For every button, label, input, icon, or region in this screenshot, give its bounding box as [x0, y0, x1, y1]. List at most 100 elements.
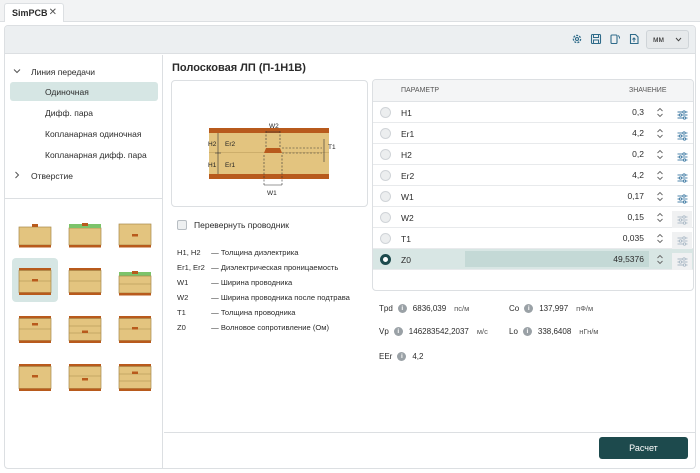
row-radio[interactable] [380, 254, 391, 265]
tune-button[interactable] [672, 232, 692, 249]
stackup-icon [118, 364, 152, 391]
table-row[interactable]: Er2 4,2 [373, 165, 693, 186]
tune-button[interactable] [672, 190, 692, 207]
table-row[interactable]: W2 0,15 [373, 207, 693, 228]
row-radio[interactable] [380, 170, 391, 181]
info-icon[interactable]: i [522, 326, 532, 336]
sliders-icon [677, 151, 687, 162]
table-row[interactable]: H2 0,2 [373, 144, 693, 165]
tune-button[interactable] [672, 253, 692, 270]
table-row[interactable]: W1 0,17 [373, 186, 693, 207]
row-radio[interactable] [380, 212, 391, 223]
topology-thumb[interactable] [62, 210, 108, 254]
topology-thumb[interactable] [62, 306, 108, 350]
gear-icon[interactable] [571, 33, 583, 45]
param-name: Z0 [401, 255, 411, 265]
label-er2: Er2 [225, 141, 236, 148]
result-tpd: Tpd i 6836,039 пс/м [379, 303, 470, 313]
spinner-icon[interactable] [656, 233, 664, 244]
param-value-input[interactable]: 0,3 [465, 104, 649, 120]
tune-button[interactable] [672, 106, 692, 123]
topology-thumb[interactable] [112, 258, 158, 302]
stackup-icon [18, 224, 52, 248]
calculate-button[interactable]: Расчет [599, 437, 688, 459]
topology-thumb[interactable] [62, 258, 108, 302]
export-icon[interactable] [628, 33, 640, 45]
param-value-input[interactable]: 0,17 [465, 188, 649, 204]
topology-thumb[interactable] [62, 354, 108, 398]
stackup-icon [68, 223, 102, 248]
topology-thumb[interactable] [12, 210, 58, 254]
tune-button[interactable] [672, 169, 692, 186]
flip-checkbox[interactable] [177, 220, 187, 230]
close-icon[interactable]: ✕ [49, 7, 57, 18]
param-value-input[interactable]: 0,2 [465, 146, 649, 162]
unit-select[interactable]: мм [646, 30, 689, 49]
info-icon[interactable]: i [397, 351, 407, 361]
param-value-input[interactable]: 4,2 [465, 125, 649, 141]
app-window: мм Линия передачи Одиночная Дифф. пара К… [4, 25, 696, 469]
tree-item-transmission-line[interactable]: Линия передачи [5, 62, 160, 81]
info-icon[interactable]: i [397, 303, 407, 313]
param-value-input[interactable]: 0,15 [465, 209, 649, 225]
info-icon[interactable]: i [393, 326, 403, 336]
tune-button[interactable] [672, 148, 692, 165]
header-value: ЗНАЧЕНИЕ [629, 87, 667, 94]
param-value-input[interactable]: 0,035 [465, 230, 649, 246]
spinner-icon[interactable] [656, 212, 664, 223]
table-row[interactable]: Z0 49,5376 [373, 249, 693, 270]
row-radio[interactable] [380, 233, 391, 244]
sidebar-divider [5, 198, 162, 199]
row-radio[interactable] [380, 191, 391, 202]
topology-thumb[interactable] [12, 258, 58, 302]
tree-item-diff-pair[interactable]: Дифф. пара [10, 103, 158, 122]
param-value-input[interactable]: 4,2 [465, 167, 649, 183]
flip-conductor-option[interactable]: Перевернуть проводник [177, 220, 289, 230]
save-icon[interactable] [590, 33, 602, 45]
spinner-icon[interactable] [656, 170, 664, 181]
tree-item-via[interactable]: Отверстие [5, 166, 160, 185]
table-row[interactable]: T1 0,035 [373, 228, 693, 249]
tree-item-single[interactable]: Одиночная [10, 82, 158, 101]
topology-thumb[interactable] [12, 354, 58, 398]
spinner-icon[interactable] [656, 128, 664, 139]
stackup-icon [18, 268, 52, 295]
tab-title: SimPCB [12, 8, 48, 18]
topology-thumb[interactable] [12, 306, 58, 350]
tune-button[interactable] [672, 211, 692, 228]
footer-divider [164, 432, 695, 433]
param-name: H2 [401, 150, 412, 160]
result-co: Co i 137,997 пФ/м [509, 303, 594, 313]
label-w2: W2 [269, 123, 279, 130]
legend-item: Er1, Er2 — Диэлектрическая проницаемость [177, 263, 339, 272]
result-eer: EEr i 4,2 [379, 351, 424, 361]
topology-thumb[interactable] [112, 210, 158, 254]
stackup-icon [118, 316, 152, 343]
param-value-input[interactable]: 49,5376 [465, 251, 649, 267]
table-row[interactable]: H1 0,3 [373, 102, 693, 123]
sliders-icon [677, 130, 687, 141]
tab-simpcb[interactable]: SimPCB ✕ [4, 3, 64, 22]
rotate-icon[interactable] [609, 33, 621, 45]
tree-label: Одиночная [45, 87, 89, 97]
spinner-icon[interactable] [656, 191, 664, 202]
sliders-icon [677, 214, 687, 225]
sliders-icon [677, 256, 687, 267]
spinner-icon[interactable] [656, 149, 664, 160]
topology-thumb[interactable] [112, 354, 158, 398]
info-icon[interactable]: i [524, 303, 534, 313]
row-radio[interactable] [380, 149, 391, 160]
tree-item-coplanar-diff-pair[interactable]: Копланарная дифф. пара [10, 145, 158, 164]
label-h1: H1 [208, 162, 217, 169]
tree-item-coplanar-single[interactable]: Копланарная одиночная [10, 124, 158, 143]
toolbar: мм [5, 26, 695, 54]
row-radio[interactable] [380, 128, 391, 139]
flip-label: Перевернуть проводник [194, 220, 289, 230]
topology-thumb[interactable] [112, 306, 158, 350]
tune-button[interactable] [672, 127, 692, 144]
spinner-icon[interactable] [656, 254, 664, 265]
spinner-icon[interactable] [656, 107, 664, 118]
row-radio[interactable] [380, 107, 391, 118]
result-vp: Vp i 146283542,2037 м/с [379, 326, 488, 336]
table-row[interactable]: Er1 4,2 [373, 123, 693, 144]
